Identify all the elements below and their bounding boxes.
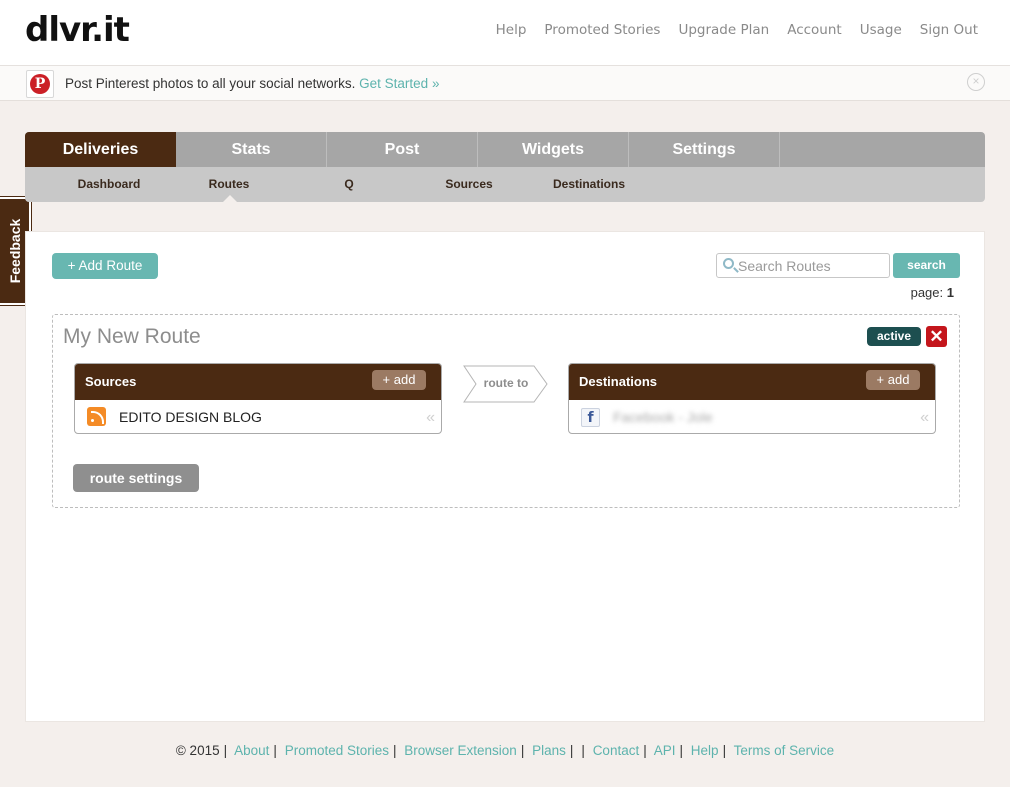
close-icon[interactable]: × — [967, 73, 985, 91]
status-badge[interactable]: active — [867, 327, 921, 346]
route-card: My New Route active ✕ Sources + add EDIT… — [52, 314, 960, 508]
destination-item[interactable]: f Facebook - Jole « — [569, 400, 935, 433]
subtab-destinations[interactable]: Destinations — [529, 167, 649, 202]
subtab-dashboard[interactable]: Dashboard — [49, 167, 169, 202]
copyright: © 2015 — [175, 743, 220, 758]
collapse-icon[interactable]: « — [426, 409, 435, 427]
sub-tabs: Dashboard Routes Q Sources Destinations — [25, 167, 985, 202]
route-to-label: route to — [483, 376, 529, 390]
footer-about[interactable]: About — [234, 743, 269, 758]
footer-promoted-stories[interactable]: Promoted Stories — [285, 743, 389, 758]
search-icon — [723, 258, 734, 269]
footer-contact[interactable]: Contact — [593, 743, 640, 758]
add-destination-button[interactable]: + add — [866, 370, 920, 390]
route-to-arrow: route to — [463, 365, 549, 403]
page-indicator: page: 1 — [911, 285, 954, 300]
tab-navigation: Deliveries Stats Post Widgets Settings D… — [25, 132, 985, 202]
source-name: EDITO DESIGN BLOG — [119, 409, 262, 425]
nav-promoted-stories[interactable]: Promoted Stories — [544, 22, 660, 38]
search-input[interactable] — [738, 256, 886, 275]
facebook-icon: f — [581, 408, 600, 427]
tab-post[interactable]: Post — [327, 132, 478, 167]
footer-api[interactable]: API — [654, 743, 676, 758]
destinations-title: Destinations — [579, 374, 658, 389]
source-item[interactable]: EDITO DESIGN BLOG « — [75, 400, 441, 433]
nav-help[interactable]: Help — [496, 22, 527, 38]
feedback-label: Feedback — [6, 218, 23, 284]
page-label: page: — [910, 285, 944, 300]
destinations-box: Destinations + add f Facebook - Jole « — [568, 363, 936, 434]
sources-header: Sources + add — [75, 364, 441, 400]
nav-upgrade-plan[interactable]: Upgrade Plan — [678, 22, 769, 38]
tab-widgets[interactable]: Widgets — [478, 132, 629, 167]
tab-settings[interactable]: Settings — [629, 132, 780, 167]
add-source-button[interactable]: + add — [372, 370, 426, 390]
logo[interactable]: dlvr.it — [25, 10, 130, 50]
destination-name: Facebook - Jole — [613, 409, 713, 425]
top-header: dlvr.it Help Promoted Stories Upgrade Pl… — [0, 0, 1010, 66]
search-button[interactable]: search — [893, 253, 960, 278]
pinterest-glyph: P — [30, 74, 50, 94]
rss-icon — [87, 407, 106, 426]
search-box[interactable] — [716, 253, 890, 278]
nav-sign-out[interactable]: Sign Out — [920, 22, 978, 38]
subtab-sources[interactable]: Sources — [409, 167, 529, 202]
footer-plans[interactable]: Plans — [532, 743, 566, 758]
nav-account[interactable]: Account — [787, 22, 842, 38]
footer-terms[interactable]: Terms of Service — [734, 743, 835, 758]
sources-box: Sources + add EDITO DESIGN BLOG « — [74, 363, 442, 434]
active-subtab-caret — [223, 195, 237, 202]
footer: © 2015 | About | Promoted Stories | Browser… — [175, 743, 835, 758]
tab-stats[interactable]: Stats — [176, 132, 327, 167]
page-number: 1 — [946, 285, 954, 300]
subtab-q[interactable]: Q — [289, 167, 409, 202]
route-settings-button[interactable]: route settings — [73, 464, 199, 492]
delete-route-button[interactable]: ✕ — [926, 326, 947, 347]
pinterest-icon: P — [26, 70, 54, 98]
footer-browser-extension[interactable]: Browser Extension — [404, 743, 517, 758]
main-tabs: Deliveries Stats Post Widgets Settings — [25, 132, 985, 167]
sources-title: Sources — [85, 374, 137, 389]
get-started-link[interactable]: Get Started » — [359, 76, 439, 91]
promo-message: Post Pinterest photos to all your social… — [65, 76, 356, 91]
footer-help[interactable]: Help — [691, 743, 719, 758]
promo-bar: P Post Pinterest photos to all your soci… — [0, 66, 1010, 101]
routes-panel: + Add Route search page: 1 My New Route … — [25, 231, 985, 722]
nav-usage[interactable]: Usage — [860, 22, 902, 38]
route-title[interactable]: My New Route — [63, 325, 201, 349]
promo-text: Post Pinterest photos to all your social… — [65, 76, 439, 91]
destinations-header: Destinations + add — [569, 364, 935, 400]
add-route-button[interactable]: + Add Route — [52, 253, 158, 279]
top-nav: Help Promoted Stories Upgrade Plan Accou… — [496, 22, 978, 38]
collapse-icon[interactable]: « — [920, 409, 929, 427]
tab-deliveries[interactable]: Deliveries — [25, 132, 176, 167]
